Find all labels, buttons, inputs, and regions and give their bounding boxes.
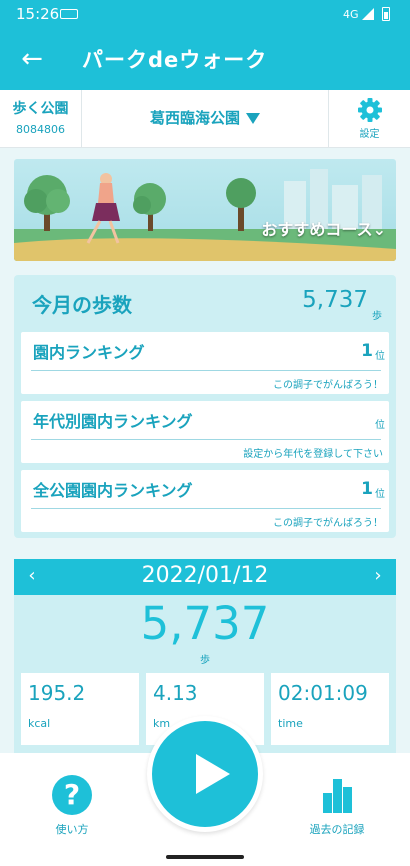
ranking-message: この調子でがんばろう！ (273, 518, 383, 529)
metric-time: 02:01:09 time (271, 673, 389, 745)
monthly-steps-unit: 歩 (372, 311, 382, 322)
daily-steps-unit: 歩 (200, 655, 210, 666)
divider (31, 439, 381, 440)
ranking-message: 設定から年代を登録して下さい (243, 449, 383, 460)
ranking-row-age[interactable]: 年代別園内ランキング 位 設定から年代を登録して下さい (21, 401, 389, 463)
park-select-dropdown[interactable]: 葛西臨海公園 (82, 90, 328, 148)
gear-icon (357, 98, 382, 122)
ranking-value: 1 (361, 479, 373, 499)
divider (31, 370, 381, 371)
app-bar: ← パークdeウォーク (0, 28, 410, 90)
daily-steps-value: 5,737 (140, 597, 270, 650)
metric-value: 195.2 (28, 681, 86, 705)
date-text: 2022/01/12 (141, 563, 269, 588)
help-label: 使い方 (55, 823, 89, 836)
bar-chart-icon (317, 775, 357, 815)
metric-label: kcal (28, 717, 51, 730)
app-title: パークdeウォーク (82, 48, 268, 72)
ranking-unit: 位 (375, 489, 385, 500)
settings-label: 設定 (359, 129, 380, 140)
status-bar: 15:26 4G (0, 0, 410, 28)
ranking-value: 1 (361, 341, 373, 361)
metric-value: 02:01:09 (278, 681, 368, 705)
recommended-course-banner[interactable]: おすすめコース⌄ (14, 159, 396, 261)
ranking-label: 年代別園内ランキング (33, 412, 193, 431)
settings-button[interactable]: 設定 (328, 90, 410, 148)
ranking-row-park[interactable]: 園内ランキング 1 位 この調子でがんばろう！ (21, 332, 389, 394)
monthly-title: 今月の歩数 (32, 293, 132, 317)
park-bar: 歩く公園 8084806 葛西臨海公園 設定 (0, 90, 410, 148)
ranking-row-all[interactable]: 全公園園内ランキング 1 位 この調子でがんばろう！ (21, 470, 389, 532)
park-name: 葛西臨海公園 (149, 109, 240, 127)
gesture-bar (166, 855, 244, 859)
monthly-steps-value: 5,737 (302, 287, 368, 313)
caret-down-icon (246, 113, 260, 124)
walk-park-button[interactable]: 歩く公園 8084806 (0, 90, 82, 148)
metric-calories: 195.2 kcal (21, 673, 139, 745)
ranking-unit: 位 (375, 351, 385, 362)
banner-label: おすすめコース⌄ (261, 220, 386, 239)
battery-icon (382, 7, 390, 21)
divider (31, 508, 381, 509)
history-button[interactable]: 過去の記録 (287, 775, 387, 837)
notification-icon (60, 9, 78, 19)
metric-value: 4.13 (153, 681, 198, 705)
back-arrow-icon[interactable]: ← (14, 42, 50, 78)
history-label: 過去の記録 (309, 823, 365, 836)
walk-park-id: 8084806 (16, 123, 65, 136)
play-button[interactable] (147, 716, 263, 832)
help-button[interactable]: ? 使い方 (22, 775, 122, 837)
help-icon: ? (52, 775, 92, 815)
signal-icon (362, 8, 374, 20)
next-date-icon[interactable]: › (368, 565, 388, 586)
ranking-message: この調子でがんばろう！ (273, 380, 383, 391)
park-illustration (14, 169, 396, 261)
ranking-label: 全公園園内ランキング (33, 481, 193, 500)
date-header: ‹ 2022/01/12 › (14, 559, 396, 595)
walk-park-label: 歩く公園 (12, 101, 69, 117)
status-time: 15:26 (16, 5, 60, 23)
ranking-unit: 位 (375, 420, 385, 431)
monthly-steps-card: 今月の歩数 5,737 歩 園内ランキング 1 位 この調子でがんばろう！ 年代… (14, 275, 396, 538)
metric-label: time (278, 717, 303, 730)
ranking-label: 園内ランキング (33, 343, 145, 362)
network-type: 4G (343, 8, 359, 21)
